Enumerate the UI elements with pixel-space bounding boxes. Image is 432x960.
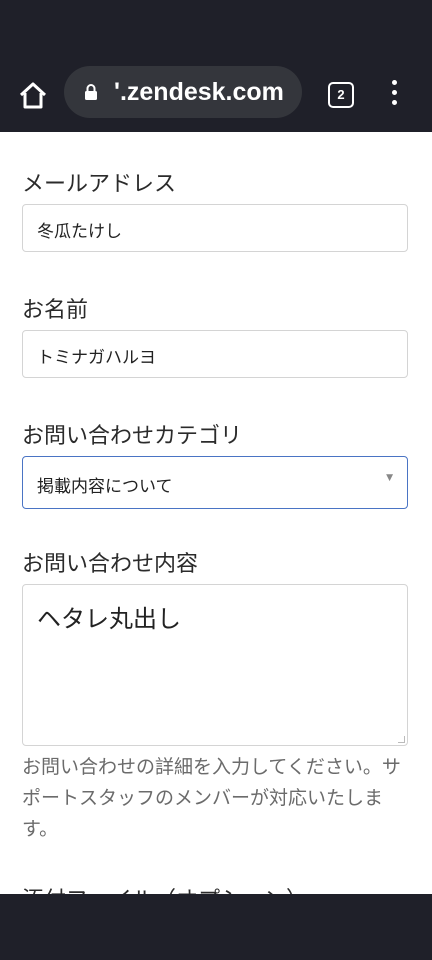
- name-label: お名前: [22, 298, 89, 323]
- attachment-label: 添付ファイル（オプション）: [22, 882, 308, 894]
- lock-icon: [84, 83, 98, 101]
- dropdown-arrow-icon: ▼: [386, 473, 393, 483]
- resize-grip-icon[interactable]: [398, 736, 405, 743]
- status-bar: [0, 0, 432, 56]
- message-help-text: お問い合わせの詳細を入力してください。サポートスタッフのメンバーが対応いたします…: [22, 756, 401, 840]
- email-value: 冬瓜たけし: [37, 222, 122, 242]
- category-select[interactable]: 掲載内容について ▼: [22, 456, 408, 509]
- tab-switcher-button[interactable]: 2: [328, 82, 354, 108]
- category-value: 掲載内容について: [37, 477, 173, 497]
- url-text: '.zendesk.com: [114, 78, 284, 106]
- category-label: お問い合わせカテゴリ: [22, 424, 243, 449]
- browser-toolbar: '.zendesk.com 2: [0, 56, 432, 132]
- url-bar[interactable]: '.zendesk.com: [64, 66, 302, 118]
- more-menu-icon[interactable]: [384, 80, 404, 110]
- message-label: お問い合わせ内容: [22, 552, 199, 577]
- navigation-bar: [0, 894, 432, 960]
- form-content: メールアドレス 冬瓜たけし お名前 トミナガハルヨ お問い合わせカテゴリ 掲載内…: [0, 132, 432, 894]
- message-value: ヘタレ丸出し: [37, 605, 181, 633]
- email-field[interactable]: 冬瓜たけし: [22, 204, 408, 252]
- name-value: トミナガハルヨ: [37, 348, 156, 368]
- message-textarea[interactable]: ヘタレ丸出し: [22, 584, 408, 746]
- home-icon[interactable]: [16, 78, 50, 112]
- name-field[interactable]: トミナガハルヨ: [22, 330, 408, 378]
- email-label: メールアドレス: [22, 172, 177, 197]
